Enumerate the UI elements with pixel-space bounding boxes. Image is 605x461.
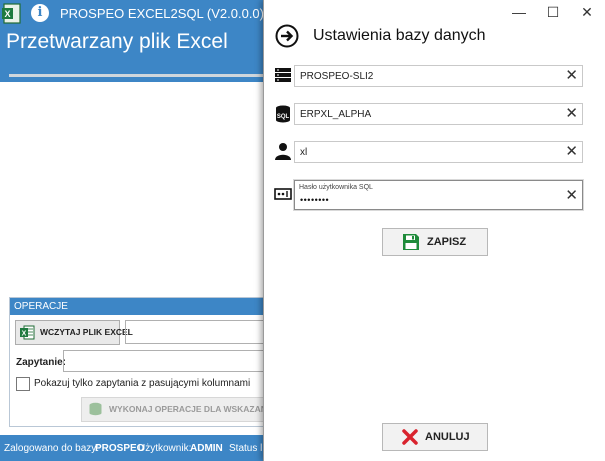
database-value: ERPXL_ALPHA xyxy=(300,109,372,120)
user-value: xl xyxy=(300,147,308,158)
user-icon xyxy=(275,143,291,160)
database-settings-panel: — ☐ ✕ Ustawienia bazy danych PROSPEO-SLI… xyxy=(263,0,605,461)
maximize-button[interactable]: ☐ xyxy=(539,1,567,23)
excel-app-icon: X xyxy=(2,3,21,24)
clear-password-icon[interactable]: ✕ xyxy=(565,188,578,204)
clear-database-icon[interactable]: ✕ xyxy=(565,106,578,122)
password-value: •••••••• xyxy=(300,195,330,205)
processed-file-heading: Przetwarzany plik Excel xyxy=(6,30,228,53)
cancel-button[interactable]: ANULUJ xyxy=(382,423,488,451)
floppy-disk-icon xyxy=(403,234,419,250)
excel-file-icon: X xyxy=(20,325,35,340)
status-user-label: Użytkownik: xyxy=(138,443,192,454)
password-hint: Hasło użytkownika SQL xyxy=(299,184,373,191)
save-button[interactable]: ZAPISZ xyxy=(382,228,488,256)
file-path-field[interactable] xyxy=(125,320,266,344)
cancel-label: ANULUJ xyxy=(425,431,470,443)
server-value: PROSPEO-SLI2 xyxy=(300,71,374,82)
progress-bar xyxy=(9,74,264,77)
svg-text:X: X xyxy=(4,9,10,19)
password-field[interactable]: Hasło użytkownika SQL •••••••• ✕ xyxy=(294,180,583,210)
operations-panel: OPERACJE X WCZYTAJ PLIK EXCEL Zapytanie:… xyxy=(9,297,295,427)
load-excel-button[interactable]: X WCZYTAJ PLIK EXCEL xyxy=(15,320,133,345)
settings-title: Ustawienia bazy danych xyxy=(313,27,486,44)
minimize-button[interactable]: — xyxy=(505,1,533,23)
matching-columns-checkbox[interactable] xyxy=(16,377,30,391)
password-icon xyxy=(274,188,292,200)
close-button[interactable]: ✕ xyxy=(573,1,601,23)
arrow-right-circle-icon[interactable] xyxy=(275,24,299,48)
database-field[interactable]: ERPXL_ALPHA ✕ xyxy=(294,103,583,125)
load-excel-label: WCZYTAJ PLIK EXCEL xyxy=(40,327,133,337)
save-label: ZAPISZ xyxy=(427,236,467,248)
operations-header: OPERACJE xyxy=(10,298,266,315)
status-db-label: Zalogowano do bazy: xyxy=(4,443,100,454)
red-x-icon xyxy=(402,429,418,445)
svg-text:X: X xyxy=(22,331,27,338)
info-icon[interactable]: i xyxy=(31,4,49,22)
status-user-value: ADMIN xyxy=(190,443,223,454)
clear-server-icon[interactable]: ✕ xyxy=(565,68,578,84)
clear-user-icon[interactable]: ✕ xyxy=(565,144,578,160)
server-field[interactable]: PROSPEO-SLI2 ✕ xyxy=(294,65,583,87)
user-field[interactable]: xl ✕ xyxy=(294,141,583,163)
svg-text:SQL: SQL xyxy=(277,114,290,120)
matching-columns-label: Pokazuj tylko zapytania z pasującymi kol… xyxy=(34,378,251,389)
run-operations-button[interactable]: WYKONAJ OPERACJE DLA WSKAZANYCH W xyxy=(81,397,295,422)
query-label: Zapytanie: xyxy=(16,357,67,368)
query-select[interactable] xyxy=(63,350,266,372)
sql-database-icon: SQL xyxy=(276,105,290,123)
database-run-icon xyxy=(89,402,102,416)
server-icon xyxy=(275,68,291,82)
